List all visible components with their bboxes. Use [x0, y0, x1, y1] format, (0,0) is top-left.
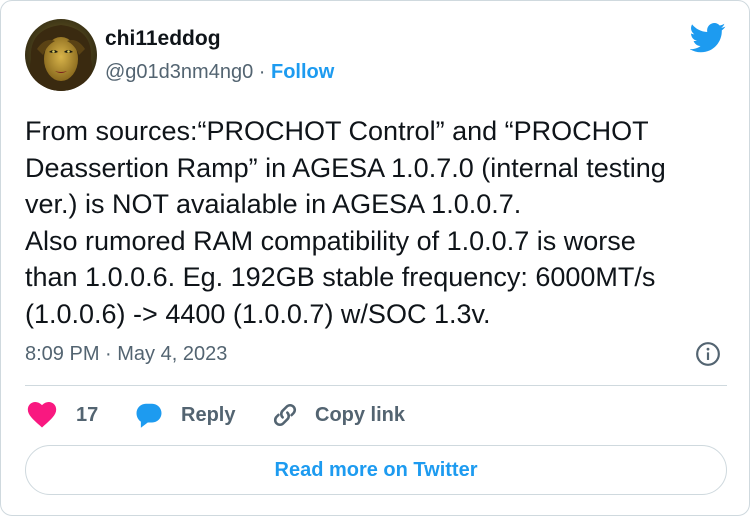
avatar[interactable]	[25, 19, 97, 91]
copy-link-button[interactable]: Copy link	[271, 398, 405, 432]
like-count: 17	[76, 403, 99, 426]
info-icon[interactable]	[695, 341, 721, 367]
tweet-embed-card: chi11eddog @g01d3nm4ng0 · Follow From so…	[0, 0, 750, 516]
reply-label: Reply	[181, 403, 236, 426]
tweet-text-line: Deassertion Ramp” in AGESA 1.0.7.0 (inte…	[25, 152, 666, 183]
tweet-text: From sources:“PROCHOT Control” and “PROC…	[25, 113, 727, 332]
like-button[interactable]: 17	[27, 398, 98, 432]
author-handle-row: @g01d3nm4ng0 · Follow	[105, 61, 334, 84]
follow-button[interactable]: Follow	[271, 61, 334, 83]
read-more-button[interactable]: Read more on Twitter	[25, 445, 727, 495]
tweet-text-line: From sources:“PROCHOT Control” and “PROC…	[25, 116, 649, 146]
divider	[25, 385, 727, 386]
avatar-image	[25, 19, 97, 91]
author-display-name[interactable]: chi11eddog	[105, 27, 221, 51]
tweet-text-line: Also rumored RAM compatibility of 1.0.0.…	[25, 225, 636, 256]
author-handle[interactable]: @g01d3nm4ng0	[105, 61, 253, 83]
speech-bubble-icon	[136, 403, 162, 428]
tweet-timestamp[interactable]: 8:09 PM · May 4, 2023	[25, 343, 227, 366]
tweet-text-line: (1.0.0.6) -> 4400 (1.0.0.7) w/SOC 1.3v.	[25, 298, 491, 329]
tweet-text-line: than 1.0.0.6. Eg. 192GB stable frequency…	[25, 262, 656, 292]
handle-separator: ·	[258, 61, 266, 83]
reply-button[interactable]: Reply	[134, 398, 235, 432]
tweet-text-line: ver.) is NOT avaialable in AGESA 1.0.0.7…	[25, 189, 522, 219]
link-icon	[273, 403, 297, 427]
read-more-label: Read more on Twitter	[274, 458, 478, 481]
copy-link-label: Copy link	[315, 403, 406, 426]
twitter-bird-icon[interactable]	[690, 23, 726, 53]
heart-icon	[27, 402, 57, 428]
